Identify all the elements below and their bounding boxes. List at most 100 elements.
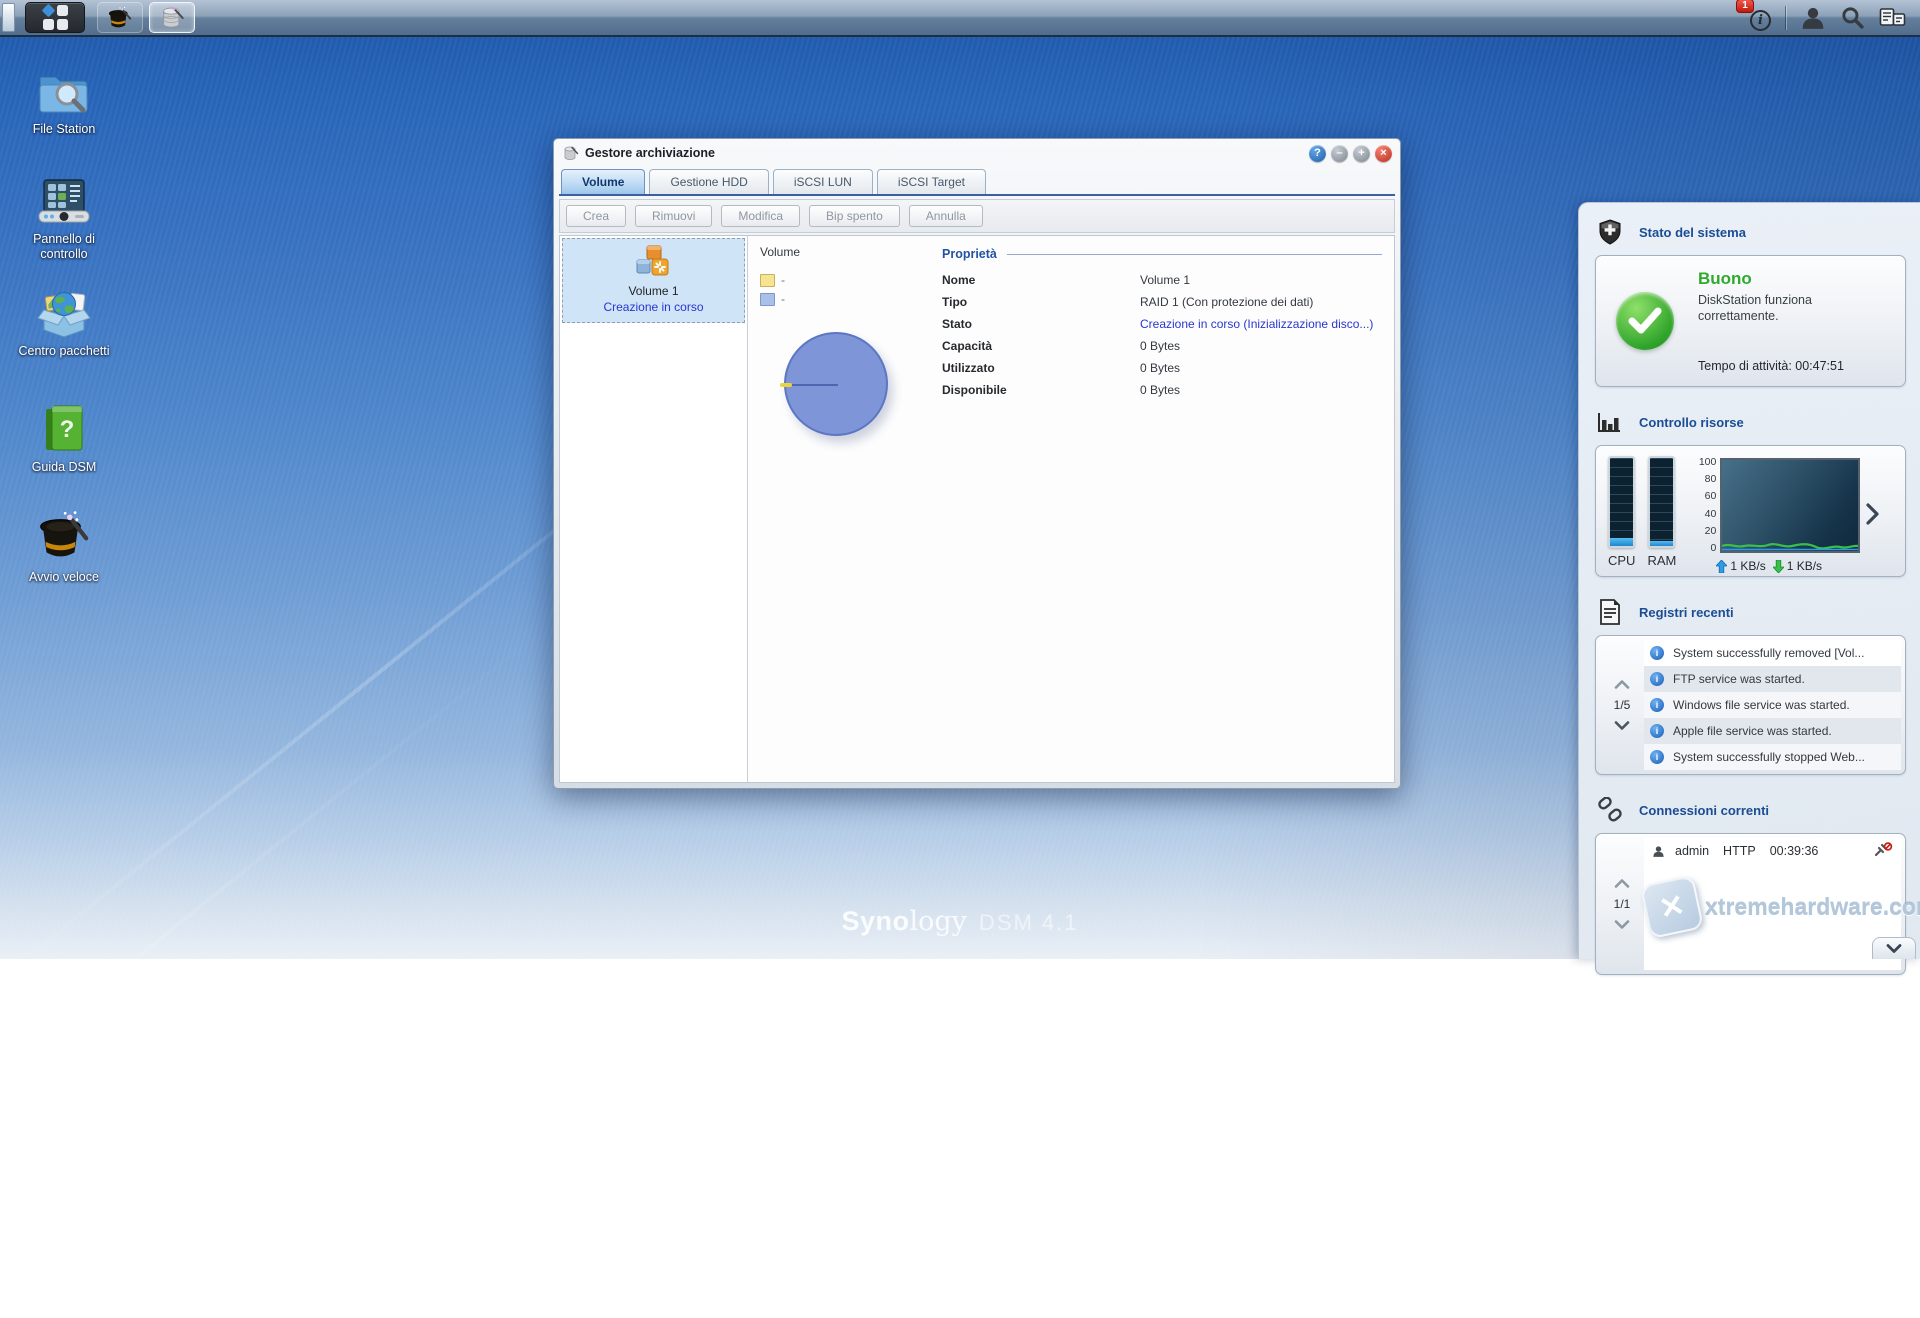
page-down-chevron[interactable] <box>1614 721 1630 730</box>
volume-name: Volume 1 <box>628 284 678 298</box>
log-row: i System successfully stopped Web... <box>1644 744 1901 770</box>
desktop-icon-control-panel[interactable]: Pannello di controllo <box>14 170 114 262</box>
property-row: Stato Creazione in corso (Inizializzazio… <box>942 317 1382 332</box>
info-icon: i <box>1650 724 1664 738</box>
legend-item: - <box>760 273 942 287</box>
main-menu-button[interactable] <box>25 2 85 33</box>
volume-list-item[interactable]: Volume 1 Creazione in corso <box>562 238 745 323</box>
info-icon: i <box>1750 10 1771 31</box>
connections-page-number: 1/1 <box>1614 897 1631 911</box>
brand-logo-bold: Syno <box>841 906 909 937</box>
modify-button[interactable]: Modifica <box>721 205 800 227</box>
shield-icon <box>1597 219 1623 245</box>
info-icon: i <box>1650 698 1664 712</box>
desktop-icon-quick-start[interactable]: Avvio veloce <box>14 508 114 585</box>
magic-hat-icon <box>106 5 134 31</box>
search-button[interactable] <box>1840 5 1865 30</box>
resource-monitor-expand-chevron[interactable] <box>1866 503 1879 530</box>
user-menu-button[interactable] <box>1800 5 1826 31</box>
pilot-view-button[interactable] <box>1879 7 1906 29</box>
logs-page-number: 1/5 <box>1614 698 1631 712</box>
uptime-label: Tempo di attività: 00:47:51 <box>1698 359 1863 373</box>
dsm-version: DSM 4.1 <box>979 910 1079 936</box>
watermark-text: xtremehardware.com <box>1705 894 1920 921</box>
volume-cubes-icon <box>635 245 673 281</box>
info-icon: i <box>1650 672 1664 686</box>
package-center-icon <box>36 282 92 338</box>
desktop-icon-dsm-help[interactable]: ? Guida DSM <box>14 398 114 475</box>
storage-manager-window: Gestore archiviazione ? – + × Volume Ges… <box>553 138 1401 789</box>
user-icon <box>1652 845 1665 858</box>
create-button[interactable]: Crea <box>566 205 626 227</box>
volume-list: Volume 1 Creazione in corso <box>560 236 748 782</box>
beep-off-button[interactable]: Bip spento <box>809 205 900 227</box>
taskbar-right-icons: 1 i <box>1745 5 1920 31</box>
info-icon: i <box>1650 750 1664 764</box>
system-health-card: Buono DiskStation funziona correttamente… <box>1595 255 1906 387</box>
ram-gauge: RAM <box>1647 456 1676 576</box>
tab-iscsi-target[interactable]: iSCSI Target <box>877 169 986 194</box>
recent-logs-card: 1/5 i System successfully removed [Vol..… <box>1595 635 1906 775</box>
show-desktop-button[interactable] <box>2 3 15 32</box>
tab-gestione-hdd[interactable]: Gestione HDD <box>649 169 768 194</box>
pie-used-sliver <box>780 383 792 387</box>
status-ok-icon <box>1616 292 1674 350</box>
volume-section-title: Volume <box>760 245 942 259</box>
taskbar-storage-manager-button[interactable] <box>149 2 195 33</box>
widget-title: Connessioni correnti <box>1639 803 1769 818</box>
log-row: i System successfully removed [Vol... <box>1644 640 1901 666</box>
connection-protocol: HTTP <box>1723 844 1756 858</box>
properties-panel: Proprietà Nome Volume 1 Tipo RAID 1 (Con… <box>942 245 1382 773</box>
tab-iscsi-lun[interactable]: iSCSI LUN <box>773 169 873 194</box>
tab-strip: Volume Gestione HDD iSCSI LUN iSCSI Targ… <box>559 167 1395 196</box>
disconnect-icon[interactable] <box>1874 842 1893 860</box>
network-speeds: 1 KB/s 1 KB/s <box>1716 559 1860 573</box>
page-up-chevron[interactable] <box>1614 680 1630 689</box>
cancel-button[interactable]: Annulla <box>909 205 983 227</box>
network-chart-axis: 100 80 60 40 20 0 <box>1690 456 1720 554</box>
cpu-gauge: CPU <box>1608 456 1635 576</box>
desktop-icon-package-center[interactable]: Centro pacchetti <box>14 282 114 359</box>
recent-logs-header: Registri recenti <box>1597 599 1906 625</box>
desktop-icon-label: Avvio veloce <box>29 570 99 585</box>
notifications-button[interactable]: 1 i <box>1745 5 1771 31</box>
window-content: Volume 1 Creazione in corso Volume - - <box>559 235 1395 783</box>
window-maximize-button[interactable]: + <box>1353 145 1370 162</box>
desktop-icon-label: Guida DSM <box>32 460 97 475</box>
page-down-chevron[interactable] <box>1614 920 1630 929</box>
connections-header: Connessioni correnti <box>1597 797 1906 823</box>
legend-item: - <box>760 292 942 306</box>
log-row: i Windows file service was started. <box>1644 692 1901 718</box>
window-close-button[interactable]: × <box>1375 145 1392 162</box>
desktop-icon-file-station[interactable]: File Station <box>14 60 114 137</box>
connection-user: admin <box>1675 844 1709 858</box>
remove-button[interactable]: Rimuovi <box>635 205 712 227</box>
tab-volume[interactable]: Volume <box>561 169 645 194</box>
log-document-icon <box>1597 599 1623 625</box>
volume-detail-panel: Volume - - <box>748 236 1394 782</box>
taskbar: 1 i <box>0 0 1920 37</box>
property-row: Disponibile 0 Bytes <box>942 383 1382 398</box>
connections-pager: 1/1 <box>1600 838 1644 970</box>
property-row: Capacità 0 Bytes <box>942 339 1382 354</box>
log-row: i Apple file service was started. <box>1644 718 1901 744</box>
watermark-x-logo: ✕ <box>1640 875 1704 939</box>
taskbar-quick-start-button[interactable] <box>97 2 143 33</box>
pie-radius-line <box>786 384 838 386</box>
bar-chart-icon <box>1597 411 1623 433</box>
notification-badge: 1 <box>1736 0 1754 13</box>
window-help-button[interactable]: ? <box>1309 145 1326 162</box>
widget-panel-collapse-button[interactable] <box>1872 937 1916 959</box>
connection-duration: 00:39:36 <box>1770 844 1819 858</box>
window-titlebar[interactable]: Gestore archiviazione ? – + × <box>559 139 1395 167</box>
info-icon: i <box>1650 646 1664 660</box>
page-up-chevron[interactable] <box>1614 879 1630 888</box>
dsm-branding: Syno logy DSM 4.1 <box>841 906 1078 937</box>
svg-text:?: ? <box>60 416 75 443</box>
window-minimize-button[interactable]: – <box>1331 145 1348 162</box>
property-row: Utilizzato 0 Bytes <box>942 361 1382 376</box>
desktop-icon-label: Centro pacchetti <box>18 344 109 359</box>
download-speed: 1 KB/s <box>1787 559 1822 573</box>
resource-monitor-header: Controllo risorse <box>1597 409 1906 435</box>
resource-monitor-card: CPU RAM 100 80 60 40 20 0 <box>1595 445 1906 577</box>
